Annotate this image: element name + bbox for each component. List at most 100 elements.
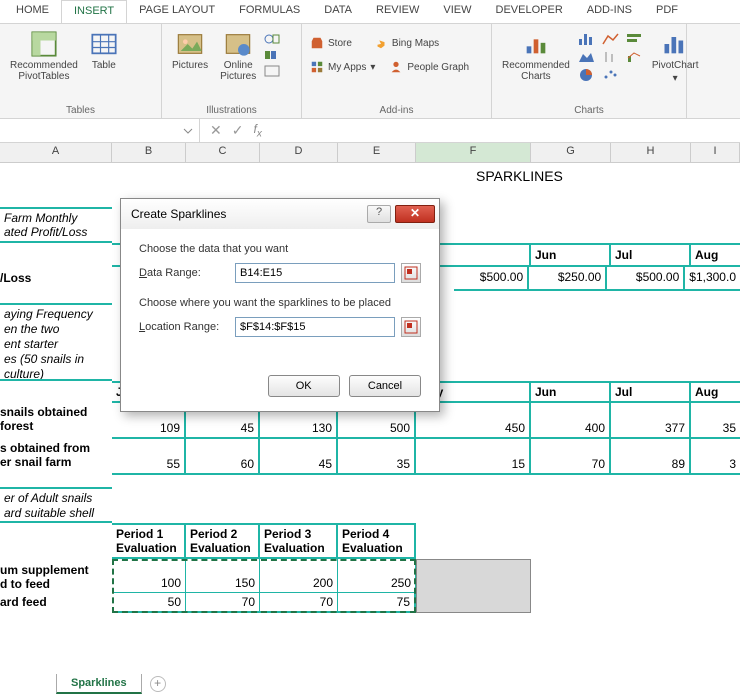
adult-snails-label: er of Adult snailsard suitable shell <box>0 487 112 523</box>
area-chart-icon[interactable] <box>578 50 596 64</box>
data-range-label: Data Range: <box>139 267 229 279</box>
pivotchart-button[interactable]: PivotChart ▾ <box>648 28 703 103</box>
formula-bar: ✕ ✓ fx <box>0 119 740 143</box>
tab-home[interactable]: HOME <box>4 0 61 23</box>
cell-jul-hdr: Jul <box>611 245 691 265</box>
col-b[interactable]: B <box>112 143 186 162</box>
pictures-icon <box>176 30 204 58</box>
location-range-input[interactable] <box>235 317 395 337</box>
col-h[interactable]: H <box>611 143 691 162</box>
sheet-tabs: Sparklines + <box>56 674 166 694</box>
dialog-close-button[interactable]: ✕ <box>395 205 435 223</box>
cell-jun-hdr: Jun <box>531 245 611 265</box>
sheet-tab-sparklines[interactable]: Sparklines <box>56 674 142 694</box>
line-chart-icon[interactable] <box>602 32 620 46</box>
col-f[interactable]: F <box>416 143 531 162</box>
add-sheet-button[interactable]: + <box>150 676 166 692</box>
recommended-charts-button[interactable]: Recommended Charts <box>498 28 574 103</box>
laying-freq-label: aying Frequencyen the twoent starteres (… <box>0 303 112 381</box>
screenshot-icon[interactable] <box>264 64 280 78</box>
col-c[interactable]: C <box>186 143 260 162</box>
chart-icon <box>522 30 550 58</box>
group-illustrations-label: Illustrations <box>168 105 295 116</box>
ok-button[interactable]: OK <box>268 375 340 397</box>
pie-chart-icon[interactable] <box>578 68 596 82</box>
create-sparklines-dialog: Create Sparklines ? ✕ Choose the data th… <box>120 198 440 412</box>
supplement-label: um supplementd to feed <box>0 563 89 591</box>
recommended-pivottables-button[interactable]: Recommended PivotTables <box>6 28 82 103</box>
stock-chart-icon[interactable] <box>602 50 620 64</box>
tab-developer[interactable]: DEVELOPER <box>484 0 575 23</box>
cell-g-profit: $250.00 <box>529 267 607 289</box>
pivottable-icon <box>30 30 58 58</box>
cancel-formula-icon[interactable]: ✕ <box>210 122 222 139</box>
combo-chart-icon[interactable] <box>626 50 644 64</box>
store-icon <box>310 36 324 50</box>
farm-monthly-label: Farm Monthlyated Profit/Loss <box>0 207 112 243</box>
profit-loss-label: /Loss <box>0 271 31 285</box>
data-range-selection <box>112 559 416 613</box>
range-picker-icon <box>404 320 418 334</box>
col-d[interactable]: D <box>260 143 338 162</box>
tab-formulas[interactable]: FORMULAS <box>227 0 312 23</box>
range-picker-icon <box>404 266 418 280</box>
data-range-input[interactable] <box>235 263 395 283</box>
tab-insert[interactable]: INSERT <box>61 0 127 23</box>
people-icon <box>389 60 403 74</box>
column-chart-icon[interactable] <box>626 32 644 46</box>
col-g[interactable]: G <box>531 143 611 162</box>
group-charts-label: Charts <box>498 105 680 116</box>
pivotchart-icon <box>661 30 689 58</box>
data-range-picker-button[interactable] <box>401 263 421 283</box>
my-apps-button[interactable]: My Apps ▾ <box>308 58 377 76</box>
bing-maps-button[interactable]: Bing Maps <box>372 34 441 52</box>
tab-pdf[interactable]: PDF <box>644 0 690 23</box>
scatter-chart-icon[interactable] <box>602 68 620 82</box>
location-range-selection <box>416 559 531 613</box>
people-graph-button[interactable]: People Graph <box>387 58 471 76</box>
ribbon-tabs: HOME INSERT PAGE LAYOUT FORMULAS DATA RE… <box>0 0 740 24</box>
forest-label: snails obtainedforest <box>0 405 87 433</box>
ribbon: Recommended PivotTables Table Tables Pic… <box>0 24 740 119</box>
hard-feed-label: ard feed <box>0 595 47 609</box>
col-a[interactable]: A <box>0 143 112 162</box>
cell-aug-hdr: Aug <box>691 245 740 265</box>
apps-icon <box>310 60 324 74</box>
group-addins-label: Add-ins <box>308 105 485 116</box>
cancel-button[interactable]: Cancel <box>349 375 421 397</box>
col-i[interactable]: I <box>691 143 740 162</box>
farm-row: 55 60 45 35 15 70 89 3 <box>112 439 740 475</box>
location-range-picker-button[interactable] <box>401 317 421 337</box>
location-range-label: Location Range: <box>139 321 229 333</box>
bing-icon <box>374 36 388 50</box>
pictures-button[interactable]: Pictures <box>168 28 212 103</box>
farm-label: s obtained fromer snail farm <box>0 441 90 469</box>
shapes-icon[interactable] <box>264 32 280 46</box>
period-headers: Period 1 Evaluation Period 2 Evaluation … <box>112 523 416 559</box>
tab-addins[interactable]: ADD-INS <box>575 0 644 23</box>
group-tables-label: Tables <box>6 105 155 116</box>
cell-f-profit: $500.00 <box>454 267 529 289</box>
tab-data[interactable]: DATA <box>312 0 364 23</box>
bar-chart-icon[interactable] <box>578 32 596 46</box>
cell-h-profit: $500.00 <box>607 267 685 289</box>
fx-icon[interactable]: fx <box>253 122 261 139</box>
table-button[interactable]: Table <box>86 28 122 103</box>
column-headers: A B C D E F G H I <box>0 143 740 163</box>
cell-i-profit: $1,300.0 <box>685 267 740 289</box>
dialog-section1: Choose the data that you want <box>139 243 421 255</box>
col-e[interactable]: E <box>338 143 416 162</box>
online-pictures-icon <box>224 30 252 58</box>
tab-page-layout[interactable]: PAGE LAYOUT <box>127 0 227 23</box>
tab-view[interactable]: VIEW <box>431 0 483 23</box>
store-button[interactable]: Store <box>308 34 354 52</box>
sparklines-title: SPARKLINES <box>476 168 563 184</box>
tab-review[interactable]: REVIEW <box>364 0 431 23</box>
table-icon <box>90 30 118 58</box>
name-box[interactable] <box>0 119 200 142</box>
online-pictures-button[interactable]: Online Pictures <box>216 28 260 103</box>
dialog-help-button[interactable]: ? <box>367 205 391 223</box>
smartart-icon[interactable] <box>264 48 280 62</box>
dialog-title: Create Sparklines <box>131 207 226 221</box>
enter-formula-icon[interactable]: ✓ <box>232 122 244 139</box>
